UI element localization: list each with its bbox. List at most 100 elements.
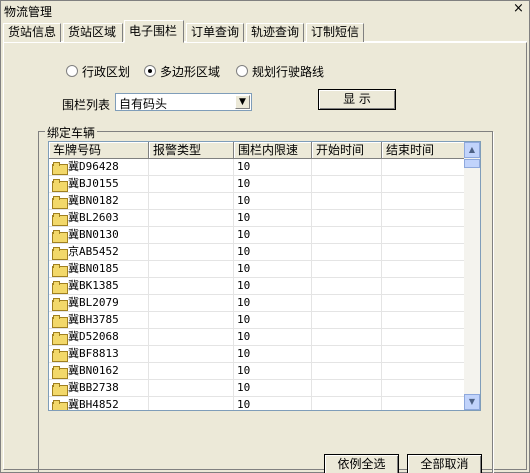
cell-plate: 冀BN0185	[49, 261, 149, 278]
tab-station-info[interactable]: 货站信息	[3, 23, 61, 42]
scroll-down-icon[interactable]: ▼	[464, 394, 480, 410]
plate-text: 京AB5452	[68, 245, 119, 258]
cell-alarm-type	[149, 244, 234, 261]
cell-end-time	[382, 210, 465, 227]
cell-speed-limit: 10	[234, 346, 312, 363]
title-bar: 物流管理 ×	[1, 1, 529, 19]
cell-end-time	[382, 380, 465, 397]
table-row[interactable]: 冀BL2079 10	[49, 295, 465, 312]
cell-plate: 冀BF8813	[49, 346, 149, 363]
cell-speed-limit: 10	[234, 329, 312, 346]
cell-speed-limit: 10	[234, 244, 312, 261]
cell-end-time	[382, 278, 465, 295]
cell-plate: 冀BN0162	[49, 363, 149, 380]
table-row[interactable]: 冀BF8813 10	[49, 346, 465, 363]
cell-speed-limit: 10	[234, 312, 312, 329]
vehicle-table[interactable]: 车牌号码 报警类型 围栏内限速 开始时间 结束时间 冀D96428 10 冀BJ01…	[48, 141, 481, 411]
cell-speed-limit: 10	[234, 397, 312, 410]
column-plate[interactable]: 车牌号码	[49, 142, 149, 159]
tab-geofence[interactable]: 电子围栏	[124, 20, 184, 43]
cell-speed-limit: 10	[234, 227, 312, 244]
table-rows: 冀D96428 10 冀BJ0155 10 冀BN0182 10 冀BL2603 10 冀BN0…	[49, 159, 465, 411]
close-icon[interactable]: ×	[512, 2, 525, 16]
plate-text: 冀BF8813	[68, 347, 119, 360]
table-row[interactable]: 冀BN0185 10	[49, 261, 465, 278]
select-all-button[interactable]: 依例全选	[324, 454, 399, 473]
cell-end-time	[382, 312, 465, 329]
cell-end-time	[382, 329, 465, 346]
fence-list-label: 围栏列表	[62, 98, 111, 112]
radio-planned-route[interactable]: 规划行驶路线	[236, 64, 324, 79]
scroll-thumb[interactable]	[464, 159, 480, 168]
table-row[interactable]: 冀BN0182 10	[49, 193, 465, 210]
cell-end-time	[382, 346, 465, 363]
fence-list-select[interactable]: 自有码头 ▼	[115, 93, 252, 111]
column-start-time[interactable]: 开始时间	[312, 142, 382, 159]
chevron-down-icon[interactable]: ▼	[235, 95, 250, 109]
cell-plate: 冀BJ0155	[49, 176, 149, 193]
folder-icon	[52, 399, 68, 410]
tab-track-query[interactable]: 轨迹查询	[246, 23, 304, 42]
table-row[interactable]: 冀BB2738 10	[49, 380, 465, 397]
table-row[interactable]: 冀BH4852 10	[49, 397, 465, 411]
cell-plate: 冀D52068	[49, 329, 149, 346]
table-row[interactable]: 冀D52068 10	[49, 329, 465, 346]
cell-start-time	[312, 346, 382, 363]
table-row[interactable]: 京AB5452 10	[49, 244, 465, 261]
cell-alarm-type	[149, 261, 234, 278]
folder-icon	[52, 314, 68, 328]
cell-end-time	[382, 363, 465, 380]
show-button[interactable]: 显 示	[318, 89, 396, 110]
plate-text: 冀BJ0155	[68, 177, 119, 190]
folder-icon	[52, 212, 68, 226]
folder-icon	[52, 365, 68, 379]
column-speed-limit[interactable]: 围栏内限速	[234, 142, 312, 159]
cell-start-time	[312, 380, 382, 397]
radio-polygon-area[interactable]: 多边形区域	[144, 64, 221, 79]
table-row[interactable]: 冀BN0130 10	[49, 227, 465, 244]
window-title: 物流管理	[4, 5, 53, 19]
cell-end-time	[382, 244, 465, 261]
cell-plate: 冀BH3785	[49, 312, 149, 329]
table-row[interactable]: 冀BL2603 10	[49, 210, 465, 227]
deselect-all-button[interactable]: 全部取消	[407, 454, 482, 473]
tab-order-query[interactable]: 订单查询	[186, 23, 244, 42]
cell-speed-limit: 10	[234, 193, 312, 210]
cell-speed-limit: 10	[234, 159, 312, 176]
cell-start-time	[312, 210, 382, 227]
plate-text: 冀D96428	[68, 160, 119, 173]
cell-plate: 冀D96428	[49, 159, 149, 176]
scroll-up-icon[interactable]: ▲	[464, 142, 480, 158]
cell-plate: 冀BL2603	[49, 210, 149, 227]
cell-start-time	[312, 397, 382, 410]
cell-speed-limit: 10	[234, 363, 312, 380]
column-end-time[interactable]: 结束时间	[382, 142, 465, 159]
radio-admin-division[interactable]: 行政区划	[66, 64, 130, 79]
table-row[interactable]: 冀BN0162 10	[49, 363, 465, 380]
tab-station-area[interactable]: 货站区域	[63, 23, 123, 42]
cell-alarm-type	[149, 397, 234, 410]
cell-alarm-type	[149, 176, 234, 193]
plate-text: 冀BL2603	[68, 211, 119, 224]
cell-alarm-type	[149, 159, 234, 176]
geofence-panel: 行政区划 多边形区域 规划行驶路线 围栏列表 自有码头 ▼ 显 示 绑定车辆 车…	[3, 42, 527, 473]
plate-text: 冀BH4852	[68, 398, 119, 411]
cell-end-time	[382, 261, 465, 278]
cell-start-time	[312, 261, 382, 278]
plate-text: 冀BK1385	[68, 279, 119, 292]
radio-label: 多边形区域	[160, 64, 221, 79]
cell-end-time	[382, 176, 465, 193]
cell-start-time	[312, 278, 382, 295]
tab-sms-subscribe[interactable]: 订制短信	[306, 23, 364, 42]
folder-icon	[52, 161, 68, 175]
plate-text: 冀BN0182	[68, 194, 119, 207]
column-alarm-type[interactable]: 报警类型	[149, 142, 234, 159]
table-row[interactable]: 冀D96428 10	[49, 159, 465, 176]
table-row[interactable]: 冀BH3785 10	[49, 312, 465, 329]
cell-start-time	[312, 176, 382, 193]
fence-selected-value: 自有码头	[119, 97, 168, 111]
table-row[interactable]: 冀BJ0155 10	[49, 176, 465, 193]
cell-start-time	[312, 295, 382, 312]
table-row[interactable]: 冀BK1385 10	[49, 278, 465, 295]
vertical-scrollbar[interactable]: ▲ ▼	[464, 142, 480, 410]
